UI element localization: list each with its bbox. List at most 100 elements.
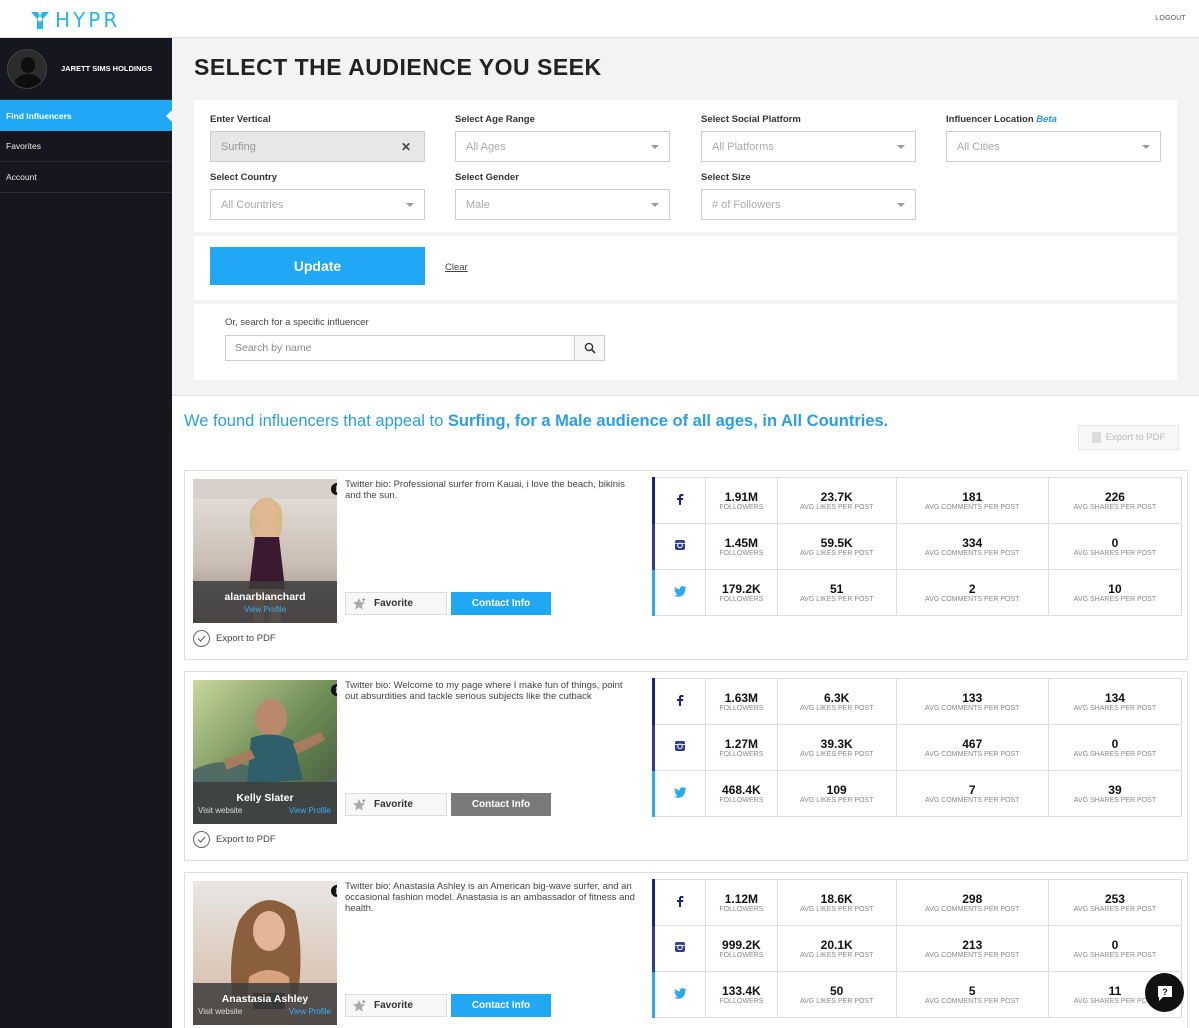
contact-info-button[interactable]: Contact Info <box>451 793 551 816</box>
twitter-icon <box>652 569 706 616</box>
export-pdf-button[interactable]: Export to PDF <box>1078 425 1179 450</box>
contact-info-button[interactable]: Contact Info <box>451 592 551 615</box>
avg-likes-value: 18.6K <box>820 891 853 906</box>
avg-likes-value: 50 <box>830 983 844 998</box>
export-card-pdf[interactable]: Export to PDF <box>193 831 276 848</box>
avg-shares-value: 226 <box>1104 489 1125 504</box>
clear-link[interactable]: Clear <box>445 262 468 273</box>
location-select[interactable]: All Cities <box>946 131 1161 162</box>
platform-filter: Select Social Platform All Platforms <box>701 114 916 162</box>
help-chat-button[interactable]: ? <box>1145 973 1184 1012</box>
info-icon[interactable]: i <box>331 483 337 495</box>
view-profile-link[interactable]: View Profile <box>289 806 331 815</box>
sidebar-item-account[interactable]: Account <box>0 162 172 193</box>
gender-select[interactable]: Male <box>455 189 670 220</box>
size-select[interactable]: # of Followers <box>701 189 916 220</box>
avg-comments-value: 7 <box>968 782 976 797</box>
influencer-card: i Anastasia Ashley Visit website View Pr… <box>184 872 1188 1028</box>
stats-row-facebook: 1.63M FOLLOWERS 6.3K AVG LIKES PER POST 13… <box>652 678 1183 725</box>
top-bar: HYPR LOGOUT <box>0 0 1199 38</box>
avg-comments-value: 133 <box>962 690 983 705</box>
favorite-button[interactable]: + Favorite <box>345 994 447 1017</box>
search-button[interactable] <box>574 335 605 361</box>
age-select[interactable]: All Ages <box>455 131 670 162</box>
influencer-photo[interactable]: i Anastasia Ashley Visit website View Pr… <box>193 881 337 1025</box>
star-add-icon: + <box>353 597 366 609</box>
followers-value: 468.4K <box>722 782 761 797</box>
clear-vertical-icon[interactable]: ✕ <box>401 140 411 154</box>
logout-link[interactable]: LOGOUT <box>1155 15 1186 22</box>
influencer-card: i alanarblanchard View Profile Twitter b… <box>184 470 1188 660</box>
search-input[interactable] <box>225 335 575 361</box>
avg-shares-label: AVG SHARES PER POST <box>1073 951 1157 959</box>
search-icon <box>584 342 596 354</box>
followers-label: FOLLOWERS <box>719 750 764 758</box>
info-icon[interactable]: i <box>331 885 337 897</box>
stats-table: 1.91M FOLLOWERS 23.7K AVG LIKES PER POST 1… <box>652 477 1183 616</box>
influencer-bio: Twitter bio: Professional surfer from Ka… <box>345 479 625 501</box>
sidebar-item-favorites[interactable]: Favorites <box>0 131 172 162</box>
platform-select[interactable]: All Platforms <box>701 131 916 162</box>
avg-comments-label: AVG COMMENTS PER POST <box>925 750 1020 758</box>
avg-likes-value: 59.5K <box>820 535 853 550</box>
influencer-bio: Twitter bio: Anastasia Ashley is an Amer… <box>345 881 635 914</box>
twitter-icon <box>652 770 706 817</box>
update-button[interactable]: Update <box>210 247 425 285</box>
facebook-icon <box>652 879 706 926</box>
avg-shares-value: 39 <box>1108 782 1122 797</box>
stats-row-instagram: 1.27M FOLLOWERS 39.3K AVG LIKES PER POST 4… <box>652 724 1183 771</box>
avatar[interactable] <box>7 48 47 89</box>
stats-table: 1.63M FOLLOWERS 6.3K AVG LIKES PER POST 13… <box>652 678 1183 817</box>
country-select[interactable]: All Countries <box>210 189 425 220</box>
country-value: All Countries <box>221 198 284 211</box>
influencer-photo[interactable]: i alanarblanchard View Profile <box>193 479 337 623</box>
visit-website-link[interactable]: Visit website <box>198 1007 242 1016</box>
svg-text:+: + <box>362 799 366 805</box>
influencer-name: alanarblanchard <box>224 591 306 603</box>
platform-value: All Platforms <box>712 140 774 153</box>
contact-info-button[interactable]: Contact Info <box>451 994 551 1017</box>
avg-shares-label: AVG SHARES PER POST <box>1073 796 1157 804</box>
stats-table: 1.12M FOLLOWERS 18.6K AVG LIKES PER POST 2… <box>652 879 1183 1018</box>
followers-label: FOLLOWERS <box>719 951 764 959</box>
logo[interactable]: HYPR <box>30 8 120 32</box>
avg-shares-label: AVG SHARES PER POST <box>1073 704 1157 712</box>
followers-value: 1.63M <box>724 690 759 705</box>
size-label: Select Size <box>701 172 751 183</box>
avg-shares-label: AVG SHARES PER POST <box>1073 549 1157 557</box>
size-value: # of Followers <box>712 198 781 211</box>
beta-badge: Beta <box>1036 114 1057 125</box>
favorite-button[interactable]: + Favorite <box>345 793 447 816</box>
followers-value: 1.12M <box>724 891 759 906</box>
favorite-button[interactable]: + Favorite <box>345 592 447 615</box>
avg-likes-label: AVG LIKES PER POST <box>799 905 874 913</box>
followers-value: 1.45M <box>724 535 759 550</box>
search-label: Or, search for a specific influencer <box>225 317 369 328</box>
twitter-icon <box>652 971 706 1018</box>
avg-likes-label: AVG LIKES PER POST <box>799 704 874 712</box>
visit-website-link[interactable]: Visit website <box>198 806 242 815</box>
vertical-input[interactable]: Surfing ✕ <box>210 131 425 162</box>
sidebar-item-find-influencers[interactable]: Find Influencers <box>0 100 172 131</box>
avg-likes-value: 6.3K <box>824 690 850 705</box>
avg-shares-value: 134 <box>1104 690 1125 705</box>
main-content: SELECT THE AUDIENCE YOU SEEK Enter Verti… <box>172 38 1199 1028</box>
info-icon[interactable]: i <box>331 684 337 696</box>
view-profile-link[interactable]: View Profile <box>193 605 337 614</box>
influencer-photo[interactable]: i Kelly Slater Visit website View Profil… <box>193 680 337 824</box>
check-icon <box>193 831 210 848</box>
update-panel: Update Clear <box>194 236 1177 300</box>
avg-shares-value: 0 <box>1111 736 1119 751</box>
avg-likes-label: AVG LIKES PER POST <box>799 796 874 804</box>
country-filter: Select Country All Countries <box>210 172 425 220</box>
svg-text:+: + <box>362 1000 366 1006</box>
avg-shares-label: AVG SHARES PER POST <box>1073 905 1157 913</box>
followers-label: FOLLOWERS <box>719 997 764 1005</box>
document-icon <box>1091 432 1101 443</box>
view-profile-link[interactable]: View Profile <box>289 1007 331 1016</box>
export-card-pdf[interactable]: Export to PDF <box>193 630 276 647</box>
filter-panel: Enter Vertical Surfing ✕ Select Age Rang… <box>194 100 1177 232</box>
avg-shares-label: AVG SHARES PER POST <box>1073 750 1157 758</box>
avg-shares-value: 253 <box>1104 891 1125 906</box>
logo-text: HYPR <box>55 8 121 32</box>
